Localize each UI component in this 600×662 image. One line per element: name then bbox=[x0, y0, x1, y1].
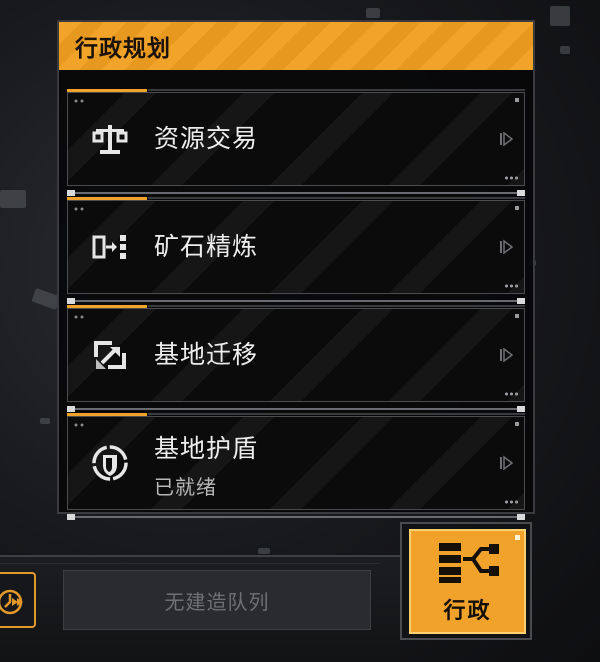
menu-item-base-relocation[interactable]: 基地迁移 bbox=[67, 305, 525, 412]
admin-button[interactable]: 行政 bbox=[409, 529, 526, 634]
panel-title: 行政规划 bbox=[75, 36, 171, 62]
space-debris bbox=[0, 190, 26, 208]
corner-square bbox=[515, 98, 519, 102]
corner-dots bbox=[73, 422, 85, 428]
divider bbox=[148, 413, 525, 415]
corner-dots bbox=[73, 206, 85, 212]
build-queue-status: 无建造队列 bbox=[63, 570, 371, 630]
balance-scale-icon bbox=[92, 125, 128, 154]
chevron-right-icon bbox=[500, 239, 514, 255]
corner-square bbox=[515, 535, 520, 540]
refine-flow-icon bbox=[92, 235, 126, 259]
queue-text: 无建造队列 bbox=[164, 589, 270, 614]
corner-square bbox=[515, 422, 519, 426]
corner-dots bbox=[504, 392, 519, 396]
menu-item-ore-refining[interactable]: 矿石精炼 bbox=[67, 197, 525, 304]
space-debris bbox=[550, 6, 570, 26]
item-label: 矿石精炼 bbox=[154, 232, 259, 261]
chevron-right-icon bbox=[500, 347, 514, 363]
accent-bar bbox=[67, 305, 147, 308]
divider bbox=[67, 514, 525, 520]
shield-icon bbox=[92, 445, 128, 481]
space-debris bbox=[560, 46, 570, 54]
accent-bar bbox=[67, 413, 147, 416]
corner-dots bbox=[504, 284, 519, 288]
accent-bar bbox=[67, 197, 147, 200]
corner-dots bbox=[73, 314, 85, 320]
corner-dots bbox=[504, 176, 519, 180]
item-label: 基地迁移 bbox=[154, 340, 259, 369]
speed-up-icon bbox=[0, 589, 23, 615]
panel-header: 行政规划 bbox=[59, 22, 533, 70]
space-debris bbox=[258, 548, 270, 554]
relocate-arrow-icon bbox=[94, 341, 126, 369]
item-status: 已就绪 bbox=[154, 475, 217, 499]
admin-network-icon bbox=[439, 543, 499, 583]
menu-item-resource-trade[interactable]: 资源交易 bbox=[67, 89, 525, 196]
speed-up-button[interactable] bbox=[0, 572, 36, 628]
admin-button-label: 行政 bbox=[443, 599, 492, 624]
item-label: 基地护盾 bbox=[154, 434, 259, 463]
space-debris bbox=[366, 8, 380, 18]
divider bbox=[67, 406, 525, 412]
admin-planning-panel: 行政规划 资源交易 矿石精炼 基地迁移 基地护盾 已就绪 bbox=[57, 20, 535, 520]
item-label: 资源交易 bbox=[154, 124, 259, 153]
divider bbox=[148, 197, 525, 199]
divider bbox=[148, 305, 525, 307]
corner-square bbox=[515, 206, 519, 210]
divider bbox=[67, 190, 525, 196]
corner-dots bbox=[504, 500, 519, 504]
corner-dots bbox=[73, 98, 85, 104]
space-debris bbox=[40, 418, 50, 424]
menu-item-base-shield[interactable]: 基地护盾 已就绪 bbox=[67, 413, 525, 520]
corner-square bbox=[515, 314, 519, 318]
accent-bar bbox=[67, 89, 147, 92]
chevron-right-icon bbox=[500, 131, 514, 147]
chevron-right-icon bbox=[500, 455, 514, 471]
divider bbox=[148, 89, 525, 91]
divider bbox=[67, 298, 525, 304]
